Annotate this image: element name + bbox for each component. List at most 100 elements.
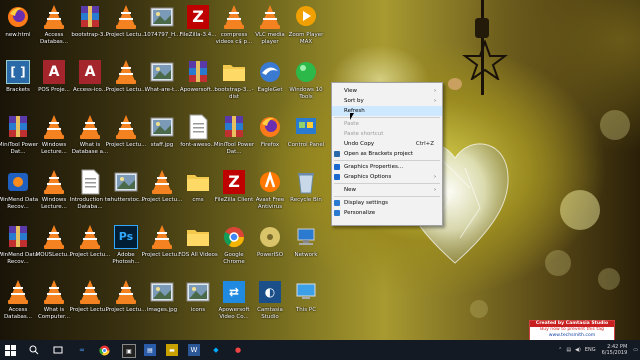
access-icon: A xyxy=(78,59,102,85)
app-taskbar-icon[interactable]: ▣ xyxy=(122,344,136,358)
desktop-icon[interactable]: staff.jpg xyxy=(144,112,180,164)
notification-icon[interactable]: ▭ xyxy=(633,347,638,353)
desktop-icon[interactable]: Avast Free Antivirus xyxy=(252,167,288,219)
menu-item-personalize[interactable]: Personalize xyxy=(332,208,442,218)
desktop-icon[interactable]: Project Lectu... xyxy=(106,112,146,164)
desktop-icon[interactable]: MiniTool Power Dat... xyxy=(0,112,38,164)
store-taskbar-icon[interactable]: ▤ xyxy=(144,344,156,356)
desktop-icon[interactable]: ◐ Camtasia Studio xyxy=(252,277,288,329)
desktop-icon[interactable]: What is Database a... xyxy=(72,112,108,164)
desktop-icon[interactable]: Project Lectu... xyxy=(142,222,182,274)
windows-start-icon[interactable] xyxy=(4,344,16,356)
photo-icon xyxy=(114,169,138,195)
desktop-wallpaper[interactable]: new.html Access Databas... bootstrap-3... P… xyxy=(0,0,640,340)
desktop-icon[interactable]: cms xyxy=(180,167,216,219)
menu-item-sort-by[interactable]: Sort by › xyxy=(332,96,442,106)
menu-item-new[interactable]: New › xyxy=(332,185,442,195)
chevron-right-icon: › xyxy=(434,187,436,193)
desktop-icon[interactable]: Network xyxy=(288,222,324,274)
clock[interactable]: 2:42 PM 6/15/2019 xyxy=(602,344,628,356)
desktop-icon[interactable]: WinMend Data Recov... xyxy=(0,222,38,274)
desktop-icon[interactable]: [ ] Brackets xyxy=(0,57,36,109)
menu-item-label: Graphics Properties... xyxy=(344,164,404,170)
desktop-icon[interactable]: Windows Lecture... xyxy=(36,112,72,164)
desktop-icon[interactable]: new.html xyxy=(0,2,36,54)
word-taskbar-icon[interactable]: W xyxy=(188,344,200,356)
desktop-icon[interactable]: bootstrap-3...-dist xyxy=(214,57,254,109)
menu-item-label: Open as Brackets project xyxy=(344,151,414,157)
desktop-icon[interactable]: Windows 10 Tools xyxy=(288,57,324,109)
menu-item-refresh[interactable]: Refresh xyxy=(332,106,442,116)
desktop-icon[interactable]: Introduction to Databa... xyxy=(70,167,110,219)
desktop-icon[interactable]: This PC xyxy=(288,277,324,329)
avast-icon xyxy=(258,169,282,195)
eagleget-icon xyxy=(258,59,282,85)
menu-item-graphics-options[interactable]: Graphics Options › xyxy=(332,172,442,182)
desktop-icon[interactable]: Z FileZilla Client xyxy=(215,167,253,219)
camtasia-taskbar-icon[interactable]: ● xyxy=(232,344,244,356)
search-icon[interactable] xyxy=(28,344,40,356)
desktop-icon[interactable]: What-are-t... xyxy=(144,57,180,109)
brackets-icon xyxy=(334,151,340,157)
folder-icon xyxy=(186,224,210,250)
task-view-icon[interactable] xyxy=(52,344,64,356)
desktop-icon[interactable]: Zoom Player MAX xyxy=(288,2,324,54)
desktop-icon[interactable]: bootstrap-3... xyxy=(71,2,109,54)
desktop-icon[interactable]: MiniTool Power Dat... xyxy=(214,112,254,164)
pinned-app-icon[interactable]: ◆ xyxy=(210,344,222,356)
doc-icon xyxy=(186,114,210,140)
desktop-icon[interactable]: shutterstoc... xyxy=(108,167,144,219)
desktop-icon[interactable]: EagleGet xyxy=(252,57,288,109)
desktop-icon[interactable]: Firefox xyxy=(252,112,288,164)
desktop-icon[interactable]: ⇄ Apowersoft Video Co... xyxy=(216,277,252,329)
winrar-icon xyxy=(222,114,246,140)
desktop-icon[interactable]: icons xyxy=(180,277,216,329)
desktop-icon[interactable]: compress videos c$ p... xyxy=(216,2,252,54)
desktop-icon[interactable]: Access Databas... xyxy=(0,277,36,329)
network-tray-icon[interactable]: ▤ xyxy=(566,347,571,353)
desktop-icon[interactable]: Z FileZilla-3.4... xyxy=(180,2,216,54)
menu-item-open-as-brackets-project[interactable]: Open as Brackets project xyxy=(332,149,442,159)
desktop-icon[interactable]: Access Databas... xyxy=(36,2,72,54)
chrome-taskbar-icon[interactable] xyxy=(98,344,110,356)
desktop-icon[interactable]: images.jpg xyxy=(144,277,180,329)
desktop-icon[interactable]: Control Panel xyxy=(288,112,324,164)
thispc-icon xyxy=(294,279,318,305)
desktop-icon[interactable]: PowerISO xyxy=(252,222,288,274)
desktop-icon[interactable]: 1074797_H... xyxy=(144,2,180,54)
folder-icon xyxy=(222,59,246,85)
desktop-icon[interactable]: Windows Lecture... xyxy=(36,167,72,219)
photo-icon xyxy=(150,4,174,30)
desktop-icon[interactable]: Project Lectu... xyxy=(106,277,146,329)
menu-item-view[interactable]: View › xyxy=(332,86,442,96)
brackets-icon: [ ] xyxy=(6,59,30,85)
menu-item-display-settings[interactable]: Display settings xyxy=(332,198,442,208)
desktop-icon[interactable]: Project Lectu... xyxy=(70,277,110,329)
desktop-icon[interactable]: VLC media player xyxy=(252,2,288,54)
desktop-icon[interactable]: Google Chrome xyxy=(216,222,252,274)
desktop-icon[interactable]: font-aweso... xyxy=(180,112,216,164)
volume-tray-icon[interactable]: ◀) xyxy=(575,347,581,353)
network-icon xyxy=(294,224,318,250)
desktop-icon[interactable]: A Access-ico... xyxy=(72,57,108,109)
desktop-icon[interactable]: Project Lectu... xyxy=(106,57,146,109)
tray-arrow-icon[interactable]: ⌃ xyxy=(558,347,562,353)
desktop-icon[interactable]: A POS Proje... xyxy=(36,57,72,109)
language-indicator[interactable]: ENG xyxy=(585,347,596,353)
file-explorer-icon[interactable]: ▬ xyxy=(166,344,178,356)
heart-bead xyxy=(448,78,462,90)
desktop-icon[interactable]: Recycle Bin xyxy=(288,167,324,219)
menu-item-label: Refresh xyxy=(344,108,365,114)
menu-item-undo-copy[interactable]: Undo Copy Ctrl+Z xyxy=(332,139,442,149)
desktop-icon[interactable]: Apowersoft... xyxy=(180,57,216,109)
desktop-icon[interactable]: MOUSLectu... xyxy=(36,222,72,274)
desktop-icon[interactable]: What is Computer... xyxy=(36,277,72,329)
desktop-icon[interactable]: WinMend Data Recov... xyxy=(0,167,38,219)
desktop-icon[interactable]: Project Lectu... xyxy=(142,167,182,219)
desktop-icon[interactable]: Project Lectu... xyxy=(70,222,110,274)
desktop-icon[interactable]: FOS All Videos xyxy=(178,222,218,274)
desktop-icon[interactable]: Project Lectu... xyxy=(106,2,146,54)
desktop-icon[interactable]: Ps Adobe Photosh... xyxy=(108,222,144,274)
menu-item-graphics-properties[interactable]: Graphics Properties... xyxy=(332,162,442,172)
link-icon[interactable]: ∞ xyxy=(76,344,88,356)
